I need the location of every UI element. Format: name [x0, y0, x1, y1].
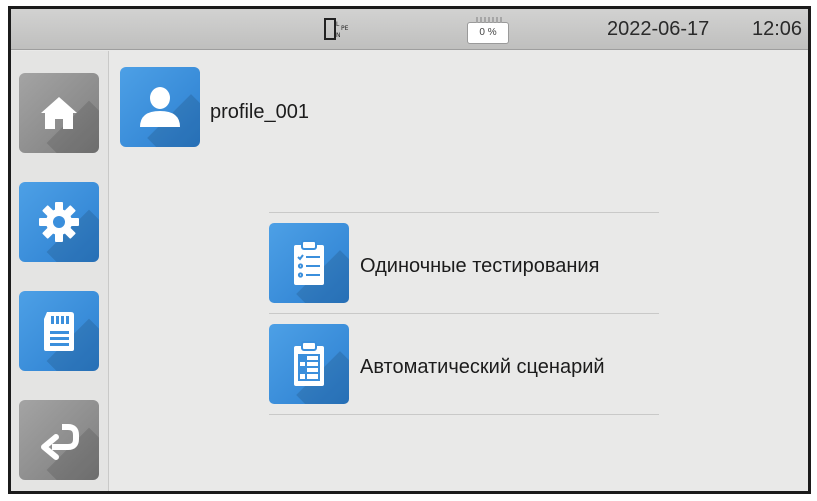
user-icon: [140, 87, 180, 127]
single-tests-icon-tile: [269, 223, 349, 303]
plug-connection-icon: L N PE: [324, 18, 349, 40]
gear-icon: [39, 202, 79, 242]
device-screen: L N PE 0 % 2022-06-17 12:06 profile_001 …: [8, 6, 811, 494]
svg-text:N: N: [336, 32, 341, 39]
sd-card-usage-icon: 0 %: [467, 17, 509, 44]
single-tests-label: Одиночные тестирования: [360, 255, 600, 277]
table-clipboard-icon: [294, 341, 324, 386]
home-button[interactable]: [19, 73, 99, 153]
status-date: 2022-06-17: [607, 18, 710, 40]
home-icon: [41, 97, 77, 129]
single-tests-menu-item[interactable]: Одиночные тестирования: [269, 215, 659, 305]
menu-divider: [269, 313, 659, 314]
return-arrow-icon: [41, 424, 79, 460]
settings-button[interactable]: [19, 182, 99, 262]
sidebar: [11, 51, 109, 491]
svg-text:L: L: [336, 21, 340, 28]
auto-scenario-label: Автоматический сценарий: [360, 356, 605, 378]
status-bar: L N PE 0 % 2022-06-17 12:06: [11, 9, 808, 50]
auto-scenario-menu-item[interactable]: Автоматический сценарий: [269, 316, 659, 406]
auto-scenario-icon-tile: [269, 324, 349, 404]
back-button[interactable]: [19, 400, 99, 480]
profile-name: profile_001: [210, 101, 309, 123]
profile-button[interactable]: [120, 67, 200, 147]
memory-button[interactable]: [19, 291, 99, 371]
svg-text:PE: PE: [341, 25, 349, 32]
checklist-clipboard-icon: [294, 240, 324, 285]
status-time: 12:06: [752, 18, 803, 40]
menu-divider: [269, 414, 659, 415]
sd-card-icon: [44, 312, 74, 351]
storage-percent: 0 %: [479, 27, 497, 38]
menu-divider: [269, 212, 659, 213]
